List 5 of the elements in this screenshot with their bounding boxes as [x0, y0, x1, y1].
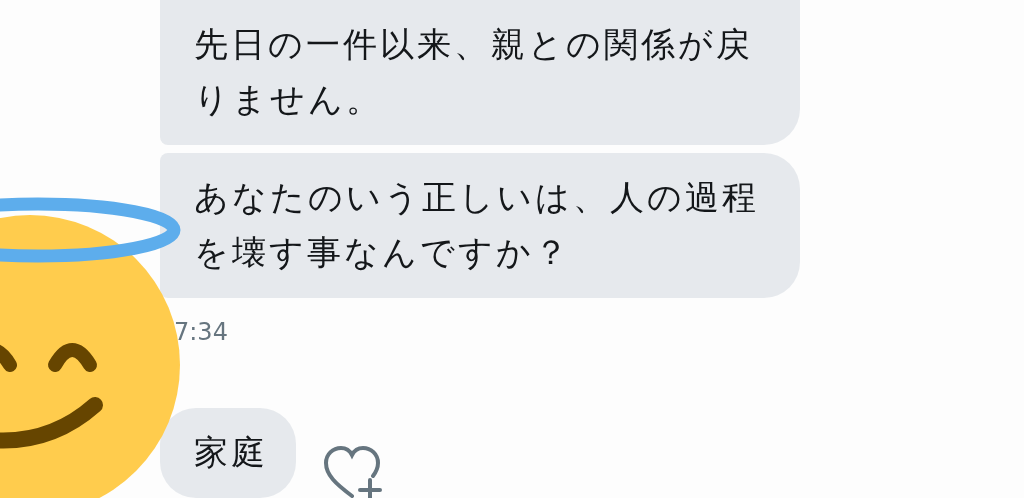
- message-time: 7:34: [174, 318, 229, 346]
- message-bubble: 先日の一件以来、親との関係が戻りません。: [160, 0, 800, 145]
- message-bubble: 家庭: [160, 408, 296, 498]
- like-plus-icon[interactable]: [322, 444, 382, 498]
- message-bubble: あなたのいう正しいは、人の過程を壊す事なんですか？: [160, 153, 800, 298]
